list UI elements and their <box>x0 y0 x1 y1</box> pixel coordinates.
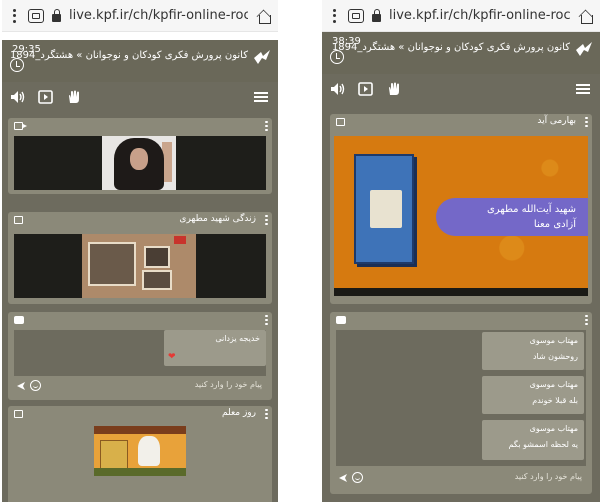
card-menu-icon[interactable] <box>265 215 268 225</box>
kanoon-logo-icon <box>576 42 592 56</box>
home-icon[interactable] <box>256 9 272 24</box>
book-cover-image <box>354 154 414 264</box>
message-author: خدیجه یزدانی <box>215 334 260 343</box>
right-phone-screen: live.kpf.ir/ch/kpfir-online-roc 38:39 کا… <box>322 0 600 502</box>
emoji-icon[interactable] <box>30 380 41 391</box>
tabs-icon[interactable] <box>348 8 364 23</box>
left-phone-screen: live.kpf.ir/ch/kpfir-online-roc 29:35 کا… <box>2 0 278 502</box>
chat-message: خدیجه یزدانی ❤ <box>164 330 266 366</box>
chat-messages: مهتاب موسوی روحشون شاد مهتاب موسوی بله ق… <box>336 330 586 466</box>
card-title: روز معلم <box>221 408 256 418</box>
message-author: مهتاب موسوی <box>529 424 578 433</box>
room-title: کانون پرورش فکری کودکان و نوجوانان » هشت… <box>331 42 570 53</box>
url-field[interactable]: live.kpf.ir/ch/kpfir-online-roc <box>389 8 570 23</box>
chat-message: مهتاب موسوی روحشون شاد <box>482 332 584 370</box>
media-toolbar <box>322 74 600 104</box>
heart-icon: ❤ <box>168 352 176 362</box>
speaker-icon[interactable] <box>330 82 346 96</box>
media-toolbar <box>2 82 278 112</box>
chat-input[interactable]: پیام خود را وارد کنید <box>336 470 586 486</box>
tabs-icon[interactable] <box>28 8 44 23</box>
speaker-icon[interactable] <box>10 90 26 104</box>
card-menu-icon[interactable] <box>265 121 268 131</box>
message-author: مهتاب موسوی <box>529 336 578 345</box>
card-menu-icon[interactable] <box>585 315 588 325</box>
card-header: بهارمی آید <box>330 114 592 130</box>
slide-caption-line2: آزادی معنا <box>533 219 576 230</box>
video-card: زندگی شهید مطهری <box>8 212 272 304</box>
app-header: 29:35 کانون پرورش فکری کودکان و نوجوانان… <box>2 40 278 82</box>
app-window: 38:39 کانون پرورش فکری کودکان و نوجوانان… <box>322 32 600 502</box>
card-title: زندگی شهید مطهری <box>179 214 256 224</box>
hamburger-icon[interactable] <box>254 92 268 102</box>
kebab-icon[interactable] <box>8 7 20 25</box>
hand-icon[interactable] <box>386 82 402 96</box>
card-header: روز معلم <box>8 406 272 422</box>
lock-icon <box>372 8 381 22</box>
chat-card: مهتاب موسوی روحشون شاد مهتاب موسوی بله ق… <box>330 312 592 494</box>
browser-bar: live.kpf.ir/ch/kpfir-online-roc <box>322 0 600 32</box>
chat-input-placeholder: پیام خود را وارد کنید <box>514 472 582 481</box>
room-title: کانون پرورش فکری کودکان و نوجوانان » هشت… <box>9 50 248 61</box>
lock-icon <box>52 8 61 22</box>
chat-icon <box>336 316 346 324</box>
card-menu-icon[interactable] <box>585 117 588 127</box>
card-title: بهارمی آید <box>537 116 576 126</box>
send-icon[interactable] <box>16 381 26 391</box>
kanoon-logo-icon <box>254 50 270 64</box>
hand-icon[interactable] <box>66 90 82 104</box>
chat-icon <box>14 316 24 324</box>
video-player-icon <box>336 118 345 126</box>
url-field[interactable]: live.kpf.ir/ch/kpfir-online-roc <box>69 8 248 23</box>
card-header <box>8 312 272 328</box>
slide-caption-line1: شهید آیت‌الله مطهری <box>486 204 576 215</box>
webcam-card <box>8 118 272 194</box>
slide-card: بهارمی آید شهید آیت‌الله مطهری آزادی معن… <box>330 114 592 304</box>
video-icon[interactable] <box>38 90 54 104</box>
chat-input[interactable]: پیام خود را وارد کنید <box>14 378 266 394</box>
card-header <box>330 312 592 328</box>
poster-image <box>94 426 186 476</box>
chat-messages: خدیجه یزدانی ❤ <box>14 330 266 376</box>
camera-icon <box>14 122 27 130</box>
video-frame[interactable] <box>82 234 196 298</box>
poster-card: روز معلم <box>8 406 272 502</box>
video-icon[interactable] <box>358 82 374 96</box>
slide-caption: شهید آیت‌الله مطهری آزادی معنا <box>436 198 588 236</box>
chat-card: خدیجه یزدانی ❤ پیام خود را وارد کنید <box>8 312 272 400</box>
chat-message: مهتاب موسوی یه لحظه اسمشو بگم <box>482 420 584 460</box>
home-icon[interactable] <box>578 9 594 24</box>
emoji-icon[interactable] <box>352 472 363 483</box>
kebab-icon[interactable] <box>328 7 340 25</box>
message-text: یه لحظه اسمشو بگم <box>508 440 578 449</box>
app-header: 38:39 کانون پرورش فکری کودکان و نوجوانان… <box>322 32 600 74</box>
card-menu-icon[interactable] <box>265 409 268 419</box>
send-icon[interactable] <box>338 473 348 483</box>
presentation-slide[interactable]: شهید آیت‌الله مطهری آزادی معنا <box>334 136 588 296</box>
chat-message: مهتاب موسوی بله قبلا خوندم <box>482 376 584 414</box>
card-menu-icon[interactable] <box>265 315 268 325</box>
message-author: مهتاب موسوی <box>529 380 578 389</box>
app-window: 29:35 کانون پرورش فکری کودکان و نوجوانان… <box>2 40 278 502</box>
video-player-icon <box>14 216 23 224</box>
webcam-video <box>102 136 176 190</box>
video-player-icon <box>14 410 23 418</box>
message-text: بله قبلا خوندم <box>532 396 578 405</box>
card-header <box>8 118 272 134</box>
message-text: روحشون شاد <box>532 352 578 361</box>
chat-input-placeholder: پیام خود را وارد کنید <box>194 380 262 389</box>
hamburger-icon[interactable] <box>576 84 590 94</box>
browser-bar: live.kpf.ir/ch/kpfir-online-roc <box>2 0 278 32</box>
card-header: زندگی شهید مطهری <box>8 212 272 228</box>
